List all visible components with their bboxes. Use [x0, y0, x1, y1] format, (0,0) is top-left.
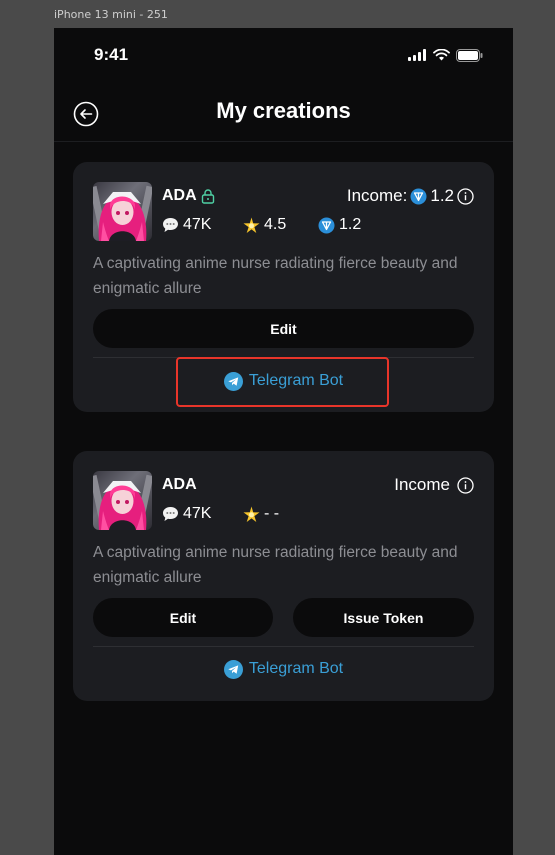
- status-bar: 9:41: [54, 28, 513, 84]
- messages-stat: 47K: [162, 216, 211, 234]
- status-icons: [408, 48, 483, 62]
- phone-screen: 9:41 My creations ADA Income: 1.2 47K 4.…: [54, 28, 513, 855]
- wifi-icon: [433, 49, 450, 61]
- header: My creations: [54, 88, 513, 142]
- token-icon: [318, 217, 335, 233]
- income-value: 1.2: [430, 186, 454, 205]
- chat-icon: [163, 218, 178, 232]
- issue-token-button[interactable]: Issue Token: [293, 598, 474, 637]
- telegram-bot-link[interactable]: Telegram Bot: [73, 655, 494, 683]
- info-icon[interactable]: [457, 187, 474, 205]
- telegram-icon: [223, 659, 243, 679]
- telegram-bot-label: Telegram Bot: [248, 660, 344, 677]
- income-label: Income: [394, 475, 450, 494]
- creation-description: A captivating anime nurse radiating fier…: [93, 255, 458, 297]
- token-stat: 1.2: [318, 216, 361, 234]
- creation-card: ADA Income: 1.2 47K 4.5 1.2 A captivatin…: [73, 162, 494, 412]
- token-icon: [410, 188, 427, 204]
- rating-stat: 4.5: [243, 216, 286, 234]
- info-icon[interactable]: [457, 476, 474, 494]
- avatar: [93, 471, 152, 530]
- income: Income: [394, 475, 474, 495]
- creation-name: ADA: [162, 187, 197, 204]
- highlight-box: [176, 357, 389, 407]
- divider: [93, 646, 474, 647]
- messages-stat: 47K: [162, 505, 211, 523]
- rating-stat: - -: [243, 505, 279, 523]
- avatar: [93, 182, 152, 241]
- status-time: 9:41: [94, 45, 129, 64]
- star-icon: [243, 217, 260, 233]
- page-title: My creations: [216, 98, 351, 123]
- chat-icon: [163, 507, 178, 521]
- income: Income: 1.2: [347, 186, 474, 206]
- creation-name: ADA: [162, 476, 197, 493]
- canvas-label: iPhone 13 mini - 251: [54, 8, 168, 21]
- creation-card: ADA Income 47K - - A captivating anime n…: [73, 451, 494, 701]
- battery-icon: [456, 48, 483, 62]
- rating-value: 4.5: [264, 216, 287, 233]
- messages-count: 47K: [183, 216, 212, 233]
- income-label: Income:: [346, 186, 408, 205]
- edit-button[interactable]: Edit: [93, 598, 273, 637]
- lock-icon: [201, 189, 215, 204]
- rating-value: - -: [264, 505, 280, 522]
- signal-icon: [408, 49, 426, 61]
- star-icon: [243, 506, 260, 522]
- creation-description: A captivating anime nurse radiating fier…: [93, 544, 458, 586]
- token-value: 1.2: [339, 216, 362, 233]
- edit-button[interactable]: Edit: [93, 309, 474, 348]
- messages-count: 47K: [183, 505, 212, 522]
